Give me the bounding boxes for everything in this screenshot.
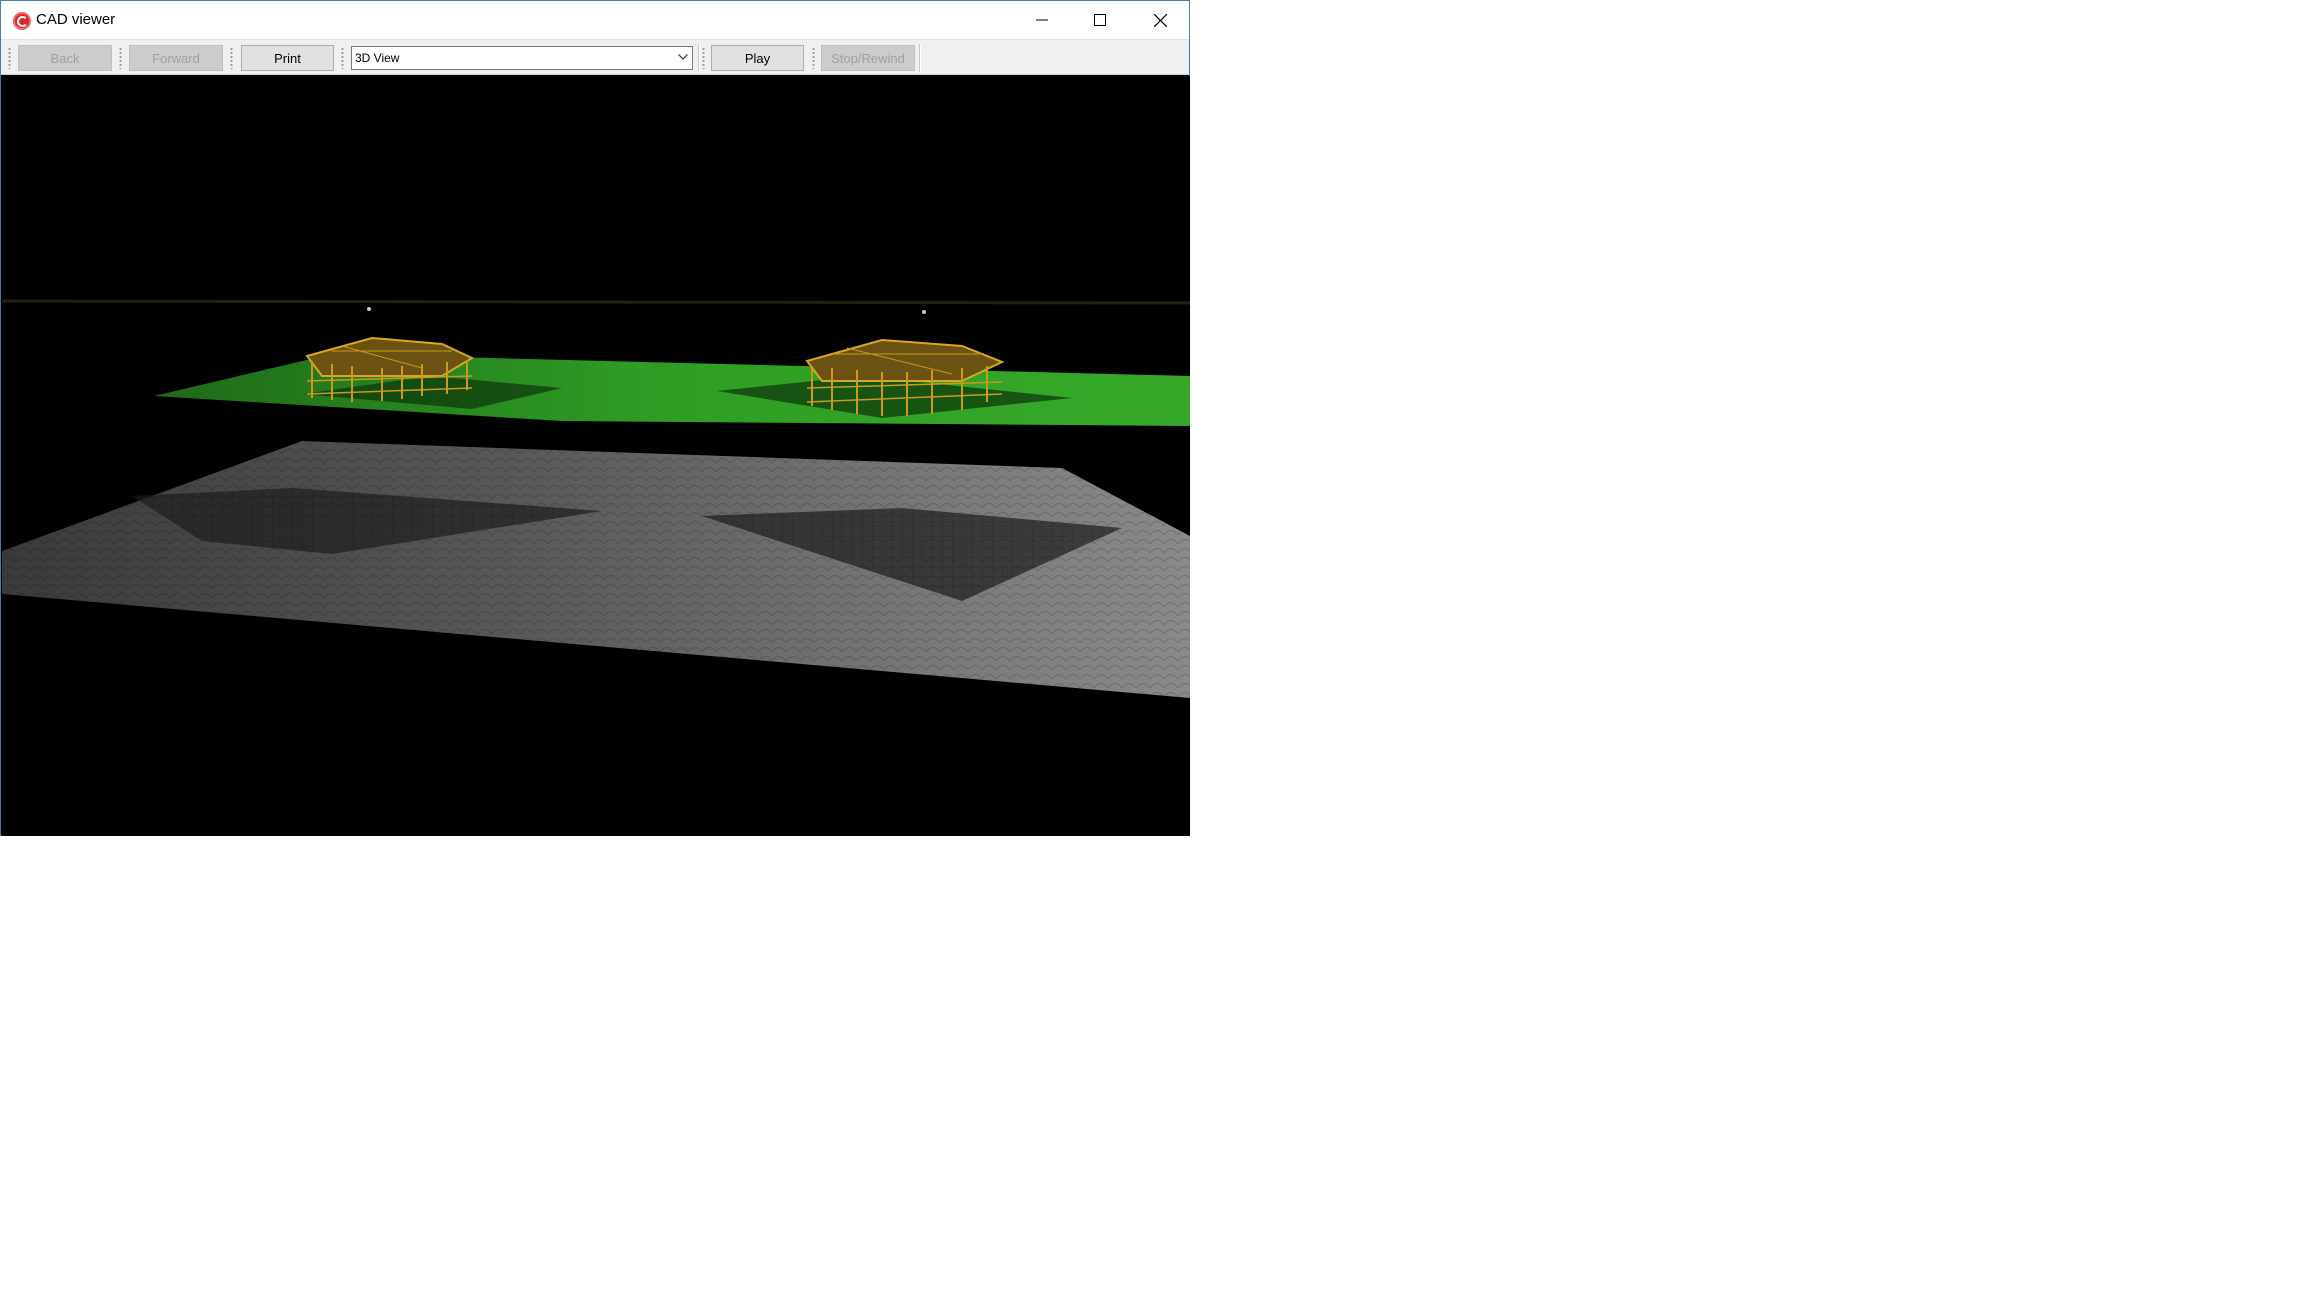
green-plane [154, 354, 1190, 426]
toolbar-grip[interactable] [119, 47, 122, 69]
toolbar-grip[interactable] [341, 47, 344, 69]
light-marker [922, 310, 926, 314]
3d-scene [2, 299, 1190, 698]
toolbar-grip[interactable] [702, 47, 705, 69]
maximize-icon [1094, 14, 1106, 26]
3d-viewport[interactable] [2, 76, 1190, 836]
maximize-button[interactable] [1071, 1, 1129, 39]
toolbar-grip[interactable] [230, 47, 233, 69]
forward-button[interactable]: Forward [129, 45, 223, 71]
light-marker [367, 307, 371, 311]
minimize-icon [1036, 19, 1048, 21]
toolbar-separator [919, 44, 920, 72]
toolbar-grip[interactable] [8, 47, 11, 69]
toolbar-separator [698, 44, 699, 72]
toolbar: Back Forward Print 3D View Play Stop/Rew… [1, 39, 1189, 75]
cad-viewer-window: CAD viewer Back Forward Print 3D View Pl… [0, 0, 1190, 836]
view-select-value: 3D View [355, 51, 400, 65]
stop-rewind-button[interactable]: Stop/Rewind [821, 45, 915, 71]
cad-app-icon [13, 12, 31, 30]
print-button[interactable]: Print [241, 45, 334, 71]
chevron-down-icon [678, 54, 688, 60]
close-button[interactable] [1131, 1, 1189, 39]
minimize-button[interactable] [1013, 1, 1071, 39]
view-select[interactable]: 3D View [351, 46, 693, 70]
horizon-line [2, 299, 1190, 305]
close-icon [1153, 13, 1167, 27]
back-button[interactable]: Back [18, 45, 112, 71]
window-title: CAD viewer [36, 11, 116, 28]
title-bar[interactable]: CAD viewer [1, 1, 1189, 39]
play-button[interactable]: Play [711, 45, 804, 71]
toolbar-grip[interactable] [812, 47, 815, 69]
